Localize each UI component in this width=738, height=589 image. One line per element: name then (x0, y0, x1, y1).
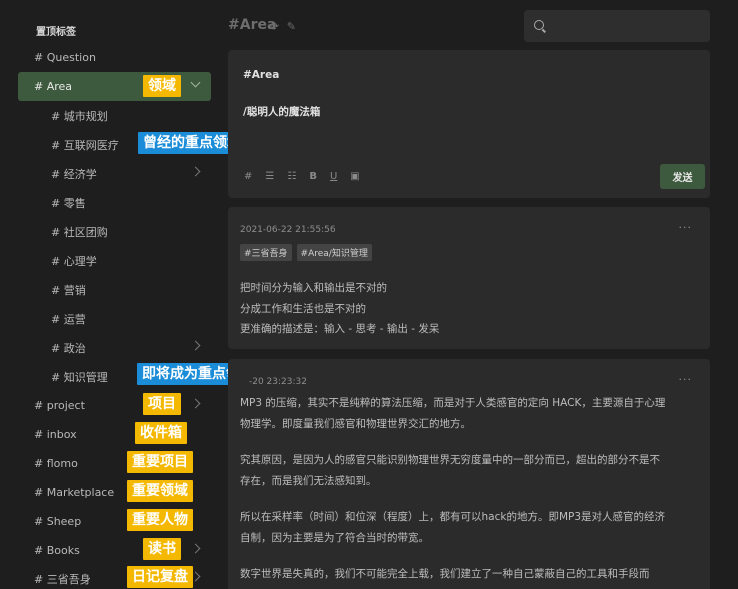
chevron-right-icon[interactable] (190, 340, 201, 351)
memo-text-line: 分成工作和生活也是不对的 (240, 303, 366, 315)
sidebar-item-books[interactable]: # Books (18, 536, 211, 565)
memo-tag[interactable]: #Area/知识管理 (296, 244, 372, 261)
sidebar-item-label: # flomo (34, 457, 78, 470)
pinned-tags-title: 置顶标签 (36, 27, 76, 38)
sidebar-item-economics[interactable]: # 经济学 (18, 159, 211, 188)
memo-text-line: 更准确的描述是：输入 - 思考 - 输出 - 发呆 (240, 323, 440, 335)
send-button[interactable]: 发送 (660, 164, 705, 189)
memo-text-line: 究其原因，是因为人的感官只能识别物理世界无穷度量中的一部分而已，超出的部分不是不 (240, 454, 660, 466)
more-options-icon[interactable]: ··· (679, 373, 693, 386)
chevron-down-icon[interactable] (190, 77, 201, 88)
sidebar-item-label: # Books (34, 544, 80, 557)
search-icon (534, 20, 544, 30)
sidebar-item-label: # 政治 (51, 341, 86, 355)
bullet-list-icon[interactable]: ☰ (265, 171, 274, 182)
bold-icon[interactable]: B (309, 171, 317, 182)
chevron-right-icon[interactable] (190, 166, 201, 177)
annotation-self-review: 日记复盘 (127, 566, 193, 588)
sidebar-item-label: # 营销 (51, 283, 86, 297)
editor-line-text[interactable]: /聪明人的魔法箱 (243, 104, 320, 119)
sidebar-item-operations[interactable]: # 运营 (18, 304, 211, 333)
sidebar-item-project[interactable]: # project (18, 391, 211, 420)
sidebar-item-label: # 零售 (51, 196, 86, 210)
annotation-books: 读书 (143, 538, 181, 560)
refresh-icon[interactable]: ⟳ (270, 20, 279, 33)
more-options-icon[interactable]: ··· (679, 221, 693, 234)
underline-icon[interactable]: U (330, 171, 337, 182)
annotation-marketplace: 重要领域 (127, 480, 193, 502)
sidebar-item-label: # Area (34, 80, 73, 93)
sidebar-item-label: # 心理学 (51, 254, 97, 268)
sidebar-item-community-group-buy[interactable]: # 社区团购 (18, 217, 211, 246)
annotation-area: 领域 (143, 75, 181, 97)
memo-text-line: 物理学。即度量我们感官和物理世界交汇的地方。 (240, 418, 471, 430)
annotation-project: 项目 (143, 393, 181, 415)
memo-card: 2021-06-22 21:55:56 ··· #三省吾身 #Area/知识管理… (228, 207, 710, 349)
search-input[interactable] (524, 10, 710, 42)
memo-text-line: 存在，而是我们无法感知到。 (240, 475, 377, 487)
sidebar-item-label: # 互联网医疗 (51, 138, 119, 152)
edit-icon[interactable]: ✎ (287, 20, 296, 33)
memo-text-line: 所以在采样率（时间）和位深（程度）上，都有可以hack的地方。即MP3是对人感官… (240, 511, 666, 523)
sidebar-item-label: # 运营 (51, 312, 86, 326)
header-icons: ⟳ ✎ (270, 20, 296, 33)
memo-text-line: 把时间分为输入和输出是不对的 (240, 282, 387, 294)
memo-tags: #三省吾身 #Area/知识管理 (240, 244, 372, 261)
sidebar-item-label: # 经济学 (51, 167, 97, 181)
sidebar-item-label: # 三省吾身 (34, 572, 91, 586)
sidebar-item-area[interactable]: # Area (18, 72, 211, 101)
memo-editor[interactable]: #Area /聪明人的魔法箱 # ☰ ☷ B U ▣ 发送 (228, 50, 710, 198)
sidebar-item-psychology[interactable]: # 心理学 (18, 246, 211, 275)
memo-timestamp: 2021-06-22 21:55:56 (240, 225, 336, 235)
sidebar-item-marketing[interactable]: # 营销 (18, 275, 211, 304)
memo-timestamp: -20 23:23:32 (249, 377, 307, 387)
memo-text-line: 自制，因为主要是为了符合当时的带宽。 (240, 532, 429, 544)
chevron-right-icon[interactable] (190, 543, 201, 554)
sidebar-item-label: # project (34, 399, 85, 412)
sidebar-item-label: # 知识管理 (51, 370, 108, 384)
annotation-sheep: 重要人物 (127, 509, 193, 531)
editor-toolbar: # ☰ ☷ B U ▣ (244, 171, 360, 182)
memo-text-line: MP3 的压缩，其实不是纯粹的算法压缩，而是对于人类感官的定向 HACK，主要源… (240, 397, 666, 409)
hashtag-icon[interactable]: # (244, 171, 252, 182)
chevron-right-icon[interactable] (190, 398, 201, 409)
sidebar-item-question[interactable]: # Question (18, 43, 211, 72)
annotation-inbox: 收件箱 (135, 422, 187, 444)
annotation-flomo: 重要项目 (127, 451, 193, 473)
sidebar-item-label: # Marketplace (34, 486, 115, 499)
sidebar-item-city-planning[interactable]: # 城市规划 (18, 101, 211, 130)
editor-line-tag[interactable]: #Area (243, 69, 279, 81)
numbered-list-icon[interactable]: ☷ (287, 171, 296, 182)
sidebar-item-label: # 社区团购 (51, 225, 108, 239)
sidebar-item-label: # inbox (34, 428, 77, 441)
memo-tag[interactable]: #三省吾身 (240, 244, 292, 261)
sidebar-item-label: # Question (34, 51, 96, 64)
memo-card: -20 23:23:32 ··· MP3 的压缩，其实不是纯粹的算法压缩，而是对… (228, 359, 710, 589)
sidebar-item-label: # Sheep (34, 515, 82, 528)
memo-text-line: 数字世界是失真的，我们不可能完全上载，我们建立了一种自己蒙蔽自己的工具和手段而 (240, 568, 650, 580)
sidebar-item-politics[interactable]: # 政治 (18, 333, 211, 362)
sidebar-item-label: # 城市规划 (51, 109, 108, 123)
image-icon[interactable]: ▣ (350, 171, 359, 182)
sidebar-item-retail[interactable]: # 零售 (18, 188, 211, 217)
